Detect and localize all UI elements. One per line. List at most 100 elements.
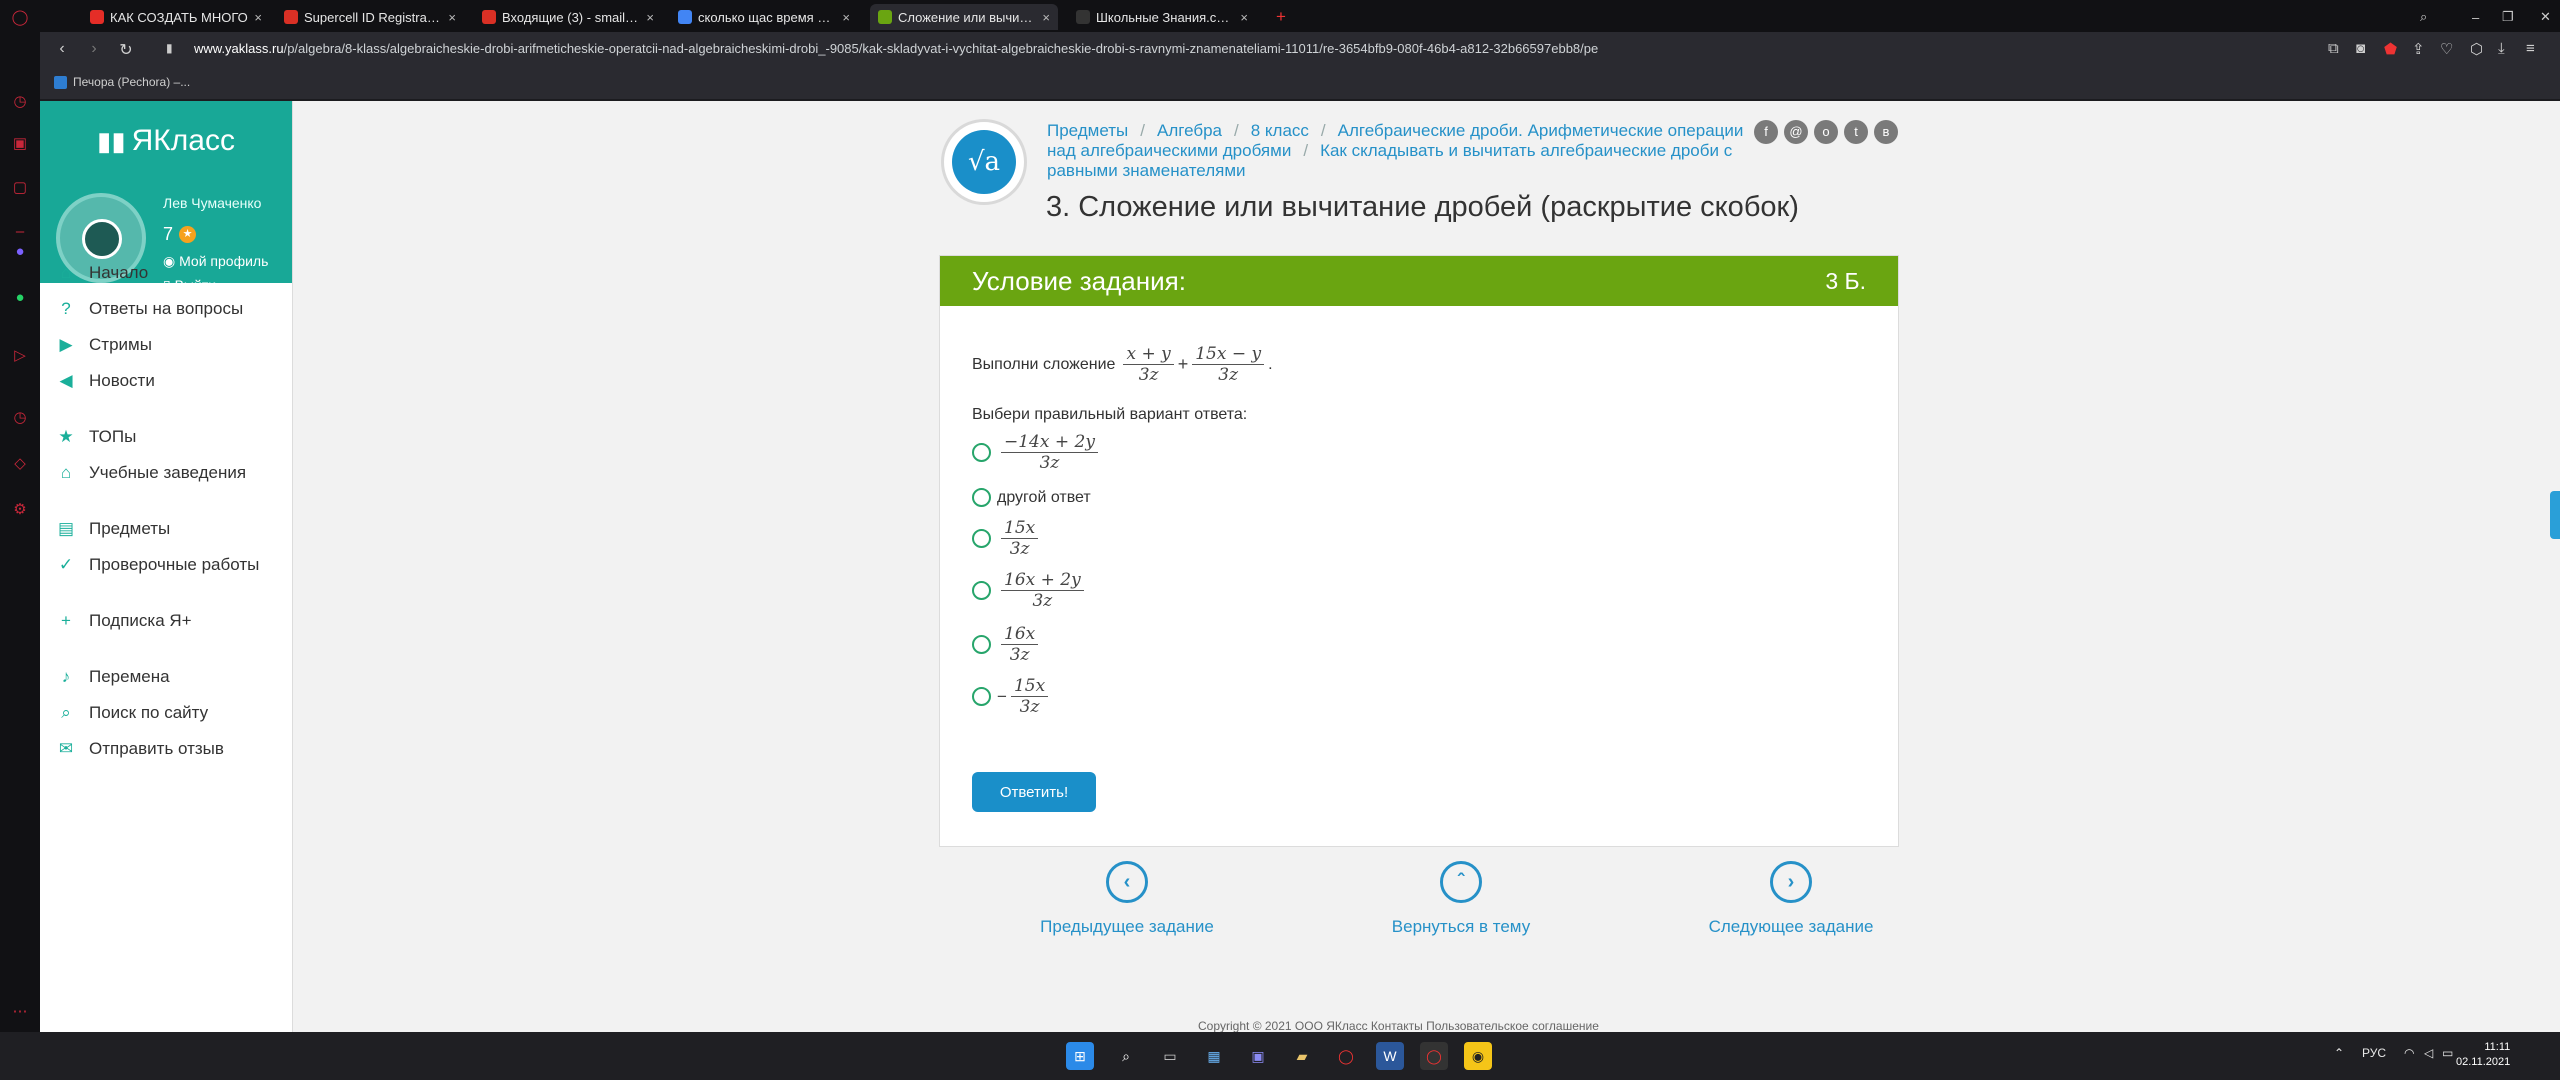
vk-icon[interactable]: в (1874, 120, 1898, 144)
settings-icon[interactable]: ⚙ (9, 498, 31, 520)
reload-icon[interactable]: ↻ (110, 40, 142, 60)
minimize-icon[interactable]: – (2464, 4, 2487, 30)
close-tab-icon[interactable]: × (254, 10, 262, 25)
maximize-icon[interactable]: ❐ (2494, 4, 2522, 30)
next-task-link[interactable]: › Следующее задание (1671, 861, 1911, 937)
whatsapp-icon[interactable]: ● (9, 286, 31, 308)
language-indicator[interactable]: РУС (2362, 1046, 2386, 1060)
radio-button[interactable] (972, 687, 991, 706)
sidebar-item-11[interactable]: ✉ Отправить отзыв (56, 737, 224, 761)
sidebar-item-1[interactable]: ? Ответы на вопросы (56, 297, 243, 321)
tray-chevron-icon[interactable]: ⌃ (2334, 1046, 2344, 1060)
word-icon[interactable]: W (1376, 1042, 1404, 1070)
close-window-icon[interactable]: ✕ (2532, 4, 2559, 30)
cube-icon[interactable]: ◇ (9, 452, 31, 474)
close-tab-icon[interactable]: × (842, 10, 850, 25)
bookmark-item[interactable]: Печора (Pechora) –... (54, 75, 190, 89)
answer-option[interactable]: −15x 3z (972, 676, 1052, 717)
answer-option[interactable]: другой ответ (972, 488, 1091, 507)
menu-icon[interactable]: ≡ (2526, 40, 2535, 57)
sidebar-item-2[interactable]: ▶ Стримы (56, 333, 151, 357)
user-name[interactable]: Лев Чумаченко (163, 195, 261, 211)
breadcrumb-link[interactable]: Алгебра (1157, 121, 1222, 140)
lock-icon[interactable]: ▮ (166, 41, 173, 55)
task-view-icon[interactable]: ▭ (1156, 1042, 1184, 1070)
feedback-mail-icon[interactable]: ✉ (2550, 491, 2560, 539)
cube-ext-icon[interactable]: ⬡ (2470, 40, 2483, 58)
answer-option[interactable]: −14x + 2y 3z (972, 432, 1102, 473)
profile-link[interactable]: ◉ Мой профиль (163, 253, 268, 270)
sidebar-item-10[interactable]: ⌕ Поиск по сайту (56, 701, 208, 725)
wifi-icon[interactable]: ◠ (2404, 1046, 2414, 1060)
camera-icon[interactable]: ◙ (2356, 40, 2365, 57)
sidebar-item-3[interactable]: ◀ Новости (56, 369, 154, 393)
close-tab-icon[interactable]: × (1042, 10, 1050, 25)
sidebar-item-5[interactable]: ⌂ Учебные заведения (56, 461, 246, 485)
opera-gx-icon[interactable]: ◯ (1420, 1042, 1448, 1070)
radio-button[interactable] (972, 581, 991, 600)
share-icon[interactable]: ⇪ (2412, 40, 2425, 58)
prev-task-link[interactable]: ‹ Предыдущее задание (1007, 861, 1247, 937)
forward-icon[interactable]: › (78, 40, 110, 58)
tab-2[interactable]: Входящие (3) - smailiksk × (474, 4, 662, 30)
close-tab-icon[interactable]: × (448, 10, 456, 25)
search-tabs-icon[interactable]: ⌕ (2412, 4, 2435, 30)
option-fraction: 16x 3z (1001, 624, 1039, 665)
submit-button[interactable]: Ответить! (972, 772, 1096, 812)
speed-dial-icon[interactable]: ◷ (9, 90, 31, 112)
battery-icon[interactable]: ▭ (2442, 1046, 2453, 1060)
sidebar-item-9[interactable]: ♪ Перемена (56, 665, 170, 689)
more-icon[interactable]: ⋯ (9, 1000, 31, 1022)
back-to-topic-link[interactable]: ˆ Вернуться в тему (1341, 861, 1581, 937)
close-tab-icon[interactable]: × (646, 10, 654, 25)
tab-5[interactable]: Школьные Знания.com - I × (1068, 4, 1256, 30)
app-icon[interactable]: ◉ (1464, 1042, 1492, 1070)
radio-button[interactable] (972, 443, 991, 462)
close-tab-icon[interactable]: × (1240, 10, 1248, 25)
breadcrumb-link[interactable]: Предметы (1047, 121, 1128, 140)
url-field[interactable]: www.yaklass.ru/p/algebra/8-klass/algebra… (194, 41, 1598, 56)
explorer-icon[interactable]: ▰ (1288, 1042, 1316, 1070)
extensions-icon[interactable]: ⧉ (2328, 40, 2339, 57)
clock[interactable]: 11:11 02.11.2021 (2456, 1040, 2510, 1070)
answer-option[interactable]: 16x 3z (972, 624, 1042, 665)
sidebar-item-7[interactable]: ✓ Проверочные работы (56, 553, 259, 577)
widgets-icon[interactable]: ▦ (1200, 1042, 1228, 1070)
breadcrumb-link[interactable]: 8 класс (1251, 121, 1309, 140)
twitter-icon[interactable]: t (1844, 120, 1868, 144)
volume-icon[interactable]: ◁ (2424, 1046, 2433, 1060)
back-icon[interactable]: ‹ (46, 40, 78, 58)
search-taskbar-icon[interactable]: ⌕ (1112, 1042, 1140, 1070)
answer-option[interactable]: 16x + 2y 3z (972, 570, 1088, 611)
radio-button[interactable] (972, 635, 991, 654)
messenger-icon[interactable]: ● (9, 240, 31, 262)
radio-button[interactable] (972, 529, 991, 548)
chat-icon[interactable]: ▣ (1244, 1042, 1272, 1070)
answer-option[interactable]: 15x 3z (972, 518, 1042, 559)
sidebar-item-0[interactable]: ⌂ Начало (56, 261, 148, 285)
adblock-icon[interactable]: ⬟ (2384, 40, 2397, 58)
logout-link[interactable]: ▯ Выйти (163, 277, 216, 294)
history-icon[interactable]: ◷ (9, 406, 31, 428)
odnoklassniki-icon[interactable]: o (1814, 120, 1838, 144)
tab-4[interactable]: Сложение или вычитание × (870, 4, 1058, 30)
heart-icon[interactable]: ♡ (2440, 40, 2453, 58)
start-icon[interactable]: ⊞ (1066, 1042, 1094, 1070)
opera-logo-icon[interactable]: ◯ (9, 6, 31, 28)
facebook-icon[interactable]: f (1754, 120, 1778, 144)
download-icon[interactable]: ⤓ (2498, 40, 2505, 57)
site-logo[interactable]: ▮▮ ЯКласс (40, 101, 292, 181)
sidebar-item-6[interactable]: ▤ Предметы (56, 517, 170, 541)
tab-1[interactable]: Supercell ID Registration R × (276, 4, 464, 30)
radio-button[interactable] (972, 488, 991, 507)
new-tab-button[interactable]: + (1268, 4, 1294, 30)
sidebar-item-4[interactable]: ★ ТОПы (56, 425, 136, 449)
twitch-icon[interactable]: ▢ (9, 176, 31, 198)
opera-taskbar-icon[interactable]: ◯ (1332, 1042, 1360, 1070)
tab-3[interactable]: сколько щас время в печ × (670, 4, 858, 30)
mail-icon[interactable]: @ (1784, 120, 1808, 144)
sidebar-item-8[interactable]: + Подписка Я+ (56, 609, 192, 633)
player-icon[interactable]: ▷ (9, 344, 31, 366)
bag-icon[interactable]: ▣ (9, 132, 31, 154)
tab-0[interactable]: КАК СОЗДАТЬ МНОГО × (82, 4, 270, 30)
